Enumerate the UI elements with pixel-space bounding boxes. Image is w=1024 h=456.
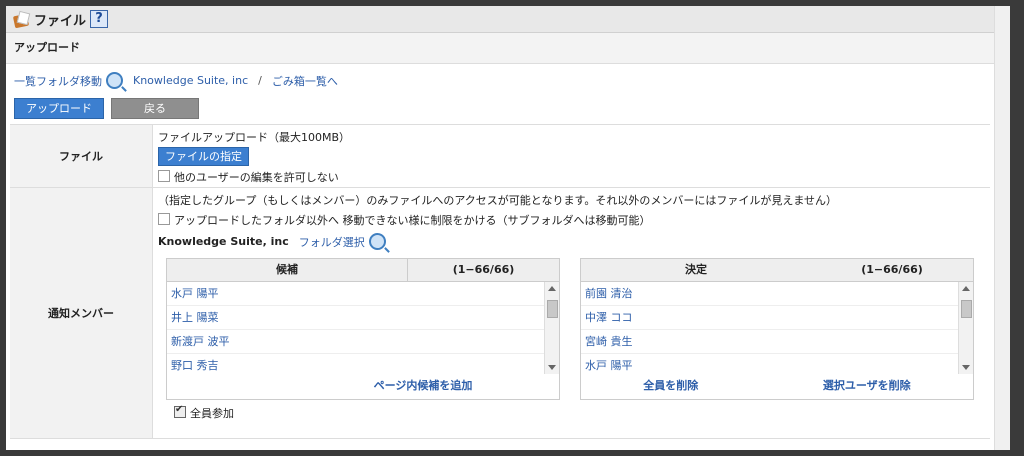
help-icon[interactable]: ?	[90, 10, 109, 28]
decided-panel: 決定 (1−66/66) 前園 清治 中澤 ココ 宮崎 貴生 水戸 陽平 全員を…	[580, 258, 974, 400]
candidates-header: 候補 (1−66/66)	[167, 259, 559, 282]
file-row: ファイル ファイルアップロード（最大100MB） ファイルの指定 他のユーザーの…	[10, 124, 990, 187]
breadcrumb: 一覧フォルダ移動 Knowledge Suite, inc / ごみ箱一覧へ	[14, 72, 338, 89]
file-row-content: ファイルアップロード（最大100MB） ファイルの指定 他のユーザーの編集を許可…	[158, 125, 990, 185]
scroll-up-icon[interactable]	[548, 286, 556, 291]
decided-scrollbar[interactable]	[958, 282, 973, 374]
scroll-down-icon[interactable]	[962, 365, 970, 370]
list-item[interactable]: 中澤 ココ	[581, 306, 973, 330]
restrict-move-label: アップロードしたフォルダ以外へ 移動できない様に制限をかける（サブフォルダへは移…	[174, 214, 651, 227]
search-icon[interactable]	[368, 233, 386, 250]
scroll-up-icon[interactable]	[962, 286, 970, 291]
breadcrumb-separator: /	[258, 74, 262, 87]
decided-header-label: 決定	[685, 263, 707, 276]
list-item[interactable]: 前園 清治	[581, 282, 973, 306]
notify-row-content: （指定したグループ（もしくはメンバー）のみファイルへのアクセスが可能となります。…	[158, 188, 990, 420]
search-icon[interactable]	[106, 72, 123, 89]
file-upload-caption: ファイルアップロード（最大100MB）	[158, 131, 351, 144]
decided-count: (1−66/66)	[861, 263, 923, 276]
notify-row-label: 通知メンバー	[10, 188, 153, 438]
decided-footer: 全員を削除 選択ユーザを削除	[581, 374, 973, 396]
restrict-move-checkbox[interactable]	[158, 213, 170, 225]
access-notice: （指定したグループ（もしくはメンバー）のみファイルへのアクセスが可能となります。…	[158, 194, 838, 207]
all-join-checkbox[interactable]	[174, 404, 186, 418]
add-page-candidates-button[interactable]: ページ内候補を追加	[374, 377, 473, 393]
list-item[interactable]: 井上 陽菜	[167, 306, 559, 330]
scroll-thumb[interactable]	[961, 300, 972, 318]
trash-list-link[interactable]: ごみ箱一覧へ	[272, 73, 338, 89]
app-window: ファイル ? アップロード 一覧フォルダ移動 Knowledge Suite, …	[6, 6, 1010, 450]
folder-select-link[interactable]: フォルダ選択	[299, 234, 365, 250]
app-header: ファイル ?	[6, 6, 1010, 33]
candidates-footer: ページ内候補を追加	[167, 374, 559, 396]
right-gutter	[994, 6, 1010, 450]
decided-header: 決定 (1−66/66)	[581, 259, 973, 282]
no-edit-checkbox[interactable]	[158, 170, 170, 182]
all-join-label: 全員参加	[190, 407, 234, 420]
list-item[interactable]: 新渡戸 波平	[167, 330, 559, 354]
candidates-count: (1−66/66)	[452, 263, 515, 276]
file-row-label: ファイル	[10, 125, 153, 187]
candidates-scrollbar[interactable]	[544, 282, 559, 374]
upload-button[interactable]: アップロード	[14, 98, 104, 119]
no-edit-label: 他のユーザーの編集を許可しない	[174, 171, 339, 184]
list-item[interactable]: 野口 秀吉	[167, 354, 559, 374]
company-name: Knowledge Suite, inc	[158, 235, 289, 248]
folder-move-link[interactable]: 一覧フォルダ移動	[14, 73, 102, 89]
candidates-header-label: 候補	[167, 259, 408, 281]
decided-list: 前園 清治 中澤 ココ 宮崎 貴生 水戸 陽平	[581, 282, 973, 374]
list-item[interactable]: 宮崎 貴生	[581, 330, 973, 354]
file-select-button[interactable]: ファイルの指定	[158, 147, 249, 166]
file-app-icon	[12, 10, 31, 29]
scroll-thumb[interactable]	[547, 300, 558, 318]
scroll-down-icon[interactable]	[548, 365, 556, 370]
candidates-list: 水戸 陽平 井上 陽菜 新渡戸 波平 野口 秀吉	[167, 282, 559, 374]
candidates-panel: 候補 (1−66/66) 水戸 陽平 井上 陽菜 新渡戸 波平 野口 秀吉 ペー…	[166, 258, 560, 400]
remove-all-button[interactable]: 全員を削除	[643, 377, 698, 393]
app-title: ファイル	[34, 13, 87, 29]
list-item[interactable]: 水戸 陽平	[167, 282, 559, 306]
list-item[interactable]: 水戸 陽平	[581, 354, 973, 374]
notify-row: 通知メンバー （指定したグループ（もしくはメンバー）のみファイルへのアクセスが可…	[10, 187, 990, 439]
company-link[interactable]: Knowledge Suite, inc	[133, 74, 248, 87]
remove-selected-button[interactable]: 選択ユーザを削除	[823, 377, 911, 393]
back-button[interactable]: 戻る	[111, 98, 199, 119]
page-title: アップロード	[6, 33, 1010, 64]
